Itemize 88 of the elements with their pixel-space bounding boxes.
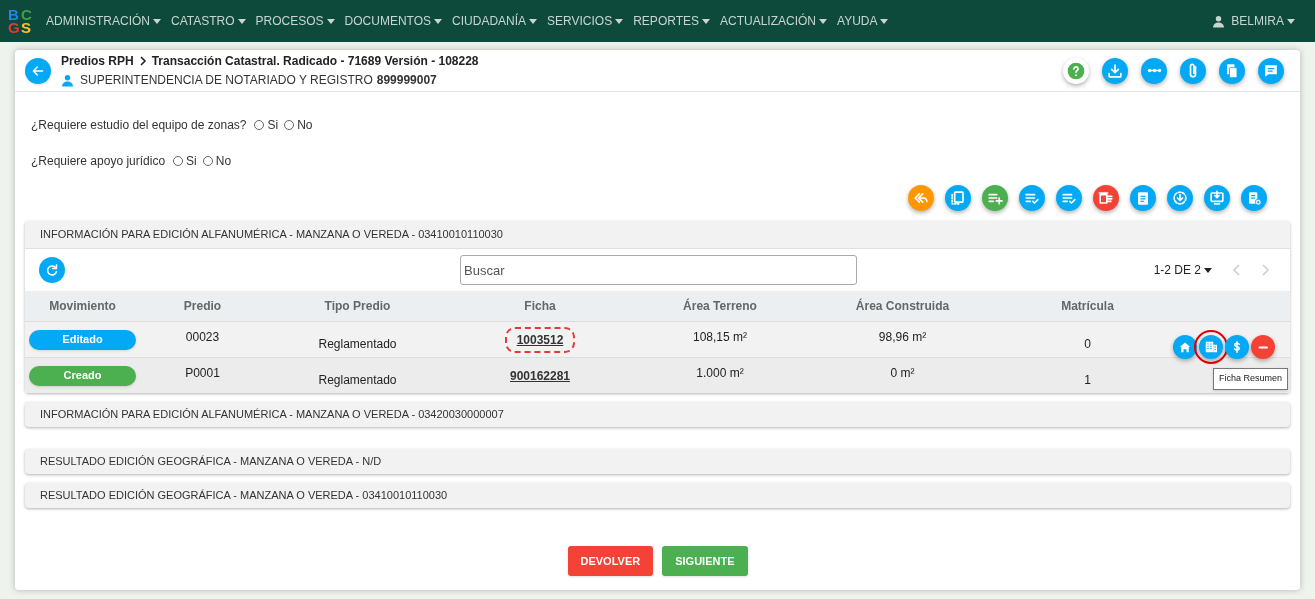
radio-option[interactable]: No xyxy=(202,152,232,170)
column-header: Movimiento xyxy=(48,298,117,315)
ficha-link[interactable]: 900162281 xyxy=(509,366,571,385)
user-menu[interactable]: BELMIRA xyxy=(1212,12,1295,30)
entity-name: SUPERINTENDENCIA DE NOTARIADO Y REGISTRO xyxy=(80,72,373,89)
ficha-link[interactable]: 1003512 xyxy=(504,326,576,353)
column-header: Área Construida xyxy=(854,297,951,315)
collapsed-panel-header[interactable]: RESULTADO EDICIÓN GEOGRÁFICA - MANZANA O VEREDA - N/D xyxy=(25,449,1290,474)
collapsed-panel-header[interactable]: RESULTADO EDICIÓN GEOGRÁFICA - MANZANA O VEREDA - 03410010110030 xyxy=(25,483,1290,508)
list-button[interactable] xyxy=(945,185,971,211)
dots-button[interactable] xyxy=(1141,57,1167,84)
circle-download-icon xyxy=(1170,188,1190,208)
paperclip-button[interactable] xyxy=(1180,57,1206,84)
tooltip: Ficha Resumen xyxy=(1213,368,1289,390)
delete-list-button[interactable] xyxy=(1093,185,1119,211)
table-cell-text: 98,96 m² xyxy=(877,329,928,346)
menu-item[interactable]: DOCUMENTOS xyxy=(344,12,443,30)
user-icon xyxy=(1212,14,1226,28)
status-badge: Creado xyxy=(29,365,136,386)
action-button[interactable]: DEVOLVER xyxy=(567,546,654,576)
table-cell-text: 00023 xyxy=(184,329,221,346)
caret-icon xyxy=(1287,18,1295,24)
table-cell-text: 0 m² xyxy=(889,365,916,382)
back-button[interactable] xyxy=(25,57,51,84)
table-cell-text: Reglamentado xyxy=(317,372,398,389)
menu-item[interactable]: CIUDADANÍA xyxy=(452,12,538,30)
download-button[interactable] xyxy=(1102,57,1128,84)
caret-icon xyxy=(434,18,443,24)
search-field[interactable]: Buscar xyxy=(460,255,857,285)
menu-item[interactable]: REPORTES xyxy=(633,12,710,30)
user-icon xyxy=(61,73,74,87)
radio-option[interactable]: Si xyxy=(173,152,197,170)
menu-item[interactable]: AYUDA xyxy=(837,12,889,30)
question-icon xyxy=(1066,60,1086,81)
caret-icon xyxy=(153,18,161,24)
pagination-dropdown[interactable]: 1-2 DE 2 xyxy=(1153,261,1212,279)
playlist-check-button[interactable] xyxy=(1019,185,1045,211)
playlist-check-button[interactable] xyxy=(1056,185,1082,211)
monitor-download-icon xyxy=(1207,188,1227,208)
menu-item[interactable]: ACTUALIZACIÓN xyxy=(720,12,827,30)
table-cell-text: 1 xyxy=(1083,372,1092,389)
logo[interactable]: BC GS xyxy=(8,8,34,34)
caret-icon xyxy=(880,18,889,24)
monitor-download-button[interactable] xyxy=(1204,185,1230,211)
table-cell-text: 108,15 m² xyxy=(692,329,748,346)
dots-icon xyxy=(1146,68,1162,73)
comment-button[interactable] xyxy=(1258,57,1284,84)
question-label: ¿Requiere apoyo jurídico xyxy=(31,153,166,170)
question-button[interactable] xyxy=(1063,57,1089,84)
radio-option[interactable]: No xyxy=(284,116,313,134)
column-header: Predio xyxy=(182,298,223,315)
clipboard-plus-button[interactable] xyxy=(1241,185,1267,211)
circle-download-button[interactable] xyxy=(1167,185,1193,211)
caret-icon xyxy=(702,18,710,24)
table-cell-text: 1.000 m² xyxy=(695,365,745,382)
menu-item[interactable]: SERVICIOS xyxy=(547,12,624,30)
playlist-add-button[interactable] xyxy=(982,185,1008,211)
column-header: Tipo Predio xyxy=(323,298,392,315)
breadcrumb-current: Transacción Catastral. Radicado - 71689 Versión - 108228 xyxy=(151,53,479,70)
table-cell-text: P0001 xyxy=(184,365,221,382)
caret-icon xyxy=(529,18,538,24)
next-page-icon[interactable] xyxy=(1260,264,1270,276)
question-label: ¿Requiere estudio del equipo de zonas? xyxy=(31,117,247,134)
table-cell-text: 0 xyxy=(1083,336,1092,353)
caret-icon xyxy=(237,18,246,24)
column-header: Ficha xyxy=(523,298,557,315)
copy-button[interactable] xyxy=(1219,57,1245,84)
minus-icon xyxy=(1257,345,1269,349)
breadcrumb-link[interactable]: Predios RPH xyxy=(61,52,134,70)
column-header: Matrícula xyxy=(1060,298,1115,315)
caret-icon xyxy=(1204,267,1212,273)
status-badge: Editado xyxy=(29,329,136,350)
menu-item[interactable]: PROCESOS xyxy=(255,12,335,30)
refresh-button[interactable] xyxy=(39,257,65,283)
menu-item[interactable]: CATASTRO xyxy=(171,12,246,30)
menu-item[interactable]: ADMINISTRACIÓN xyxy=(46,12,161,30)
reply-all-button[interactable] xyxy=(908,185,934,211)
caret-icon xyxy=(615,18,624,24)
caret-icon xyxy=(326,18,335,24)
table-cell-text: Reglamentado xyxy=(317,336,398,353)
collapsed-panel-header[interactable]: INFORMACIÓN PARA EDICIÓN ALFANUMÉRICA - MANZANA O VEREDA - 03420030000007 xyxy=(25,402,1290,427)
caret-icon xyxy=(819,18,827,24)
radio-option[interactable]: Si xyxy=(254,116,279,134)
previous-page-icon[interactable] xyxy=(1232,264,1242,276)
column-header: Área Terreno xyxy=(682,297,758,315)
clipboard-button[interactable] xyxy=(1130,185,1156,211)
chevron-right-icon xyxy=(137,56,148,66)
entity-id: 899999007 xyxy=(376,72,437,89)
